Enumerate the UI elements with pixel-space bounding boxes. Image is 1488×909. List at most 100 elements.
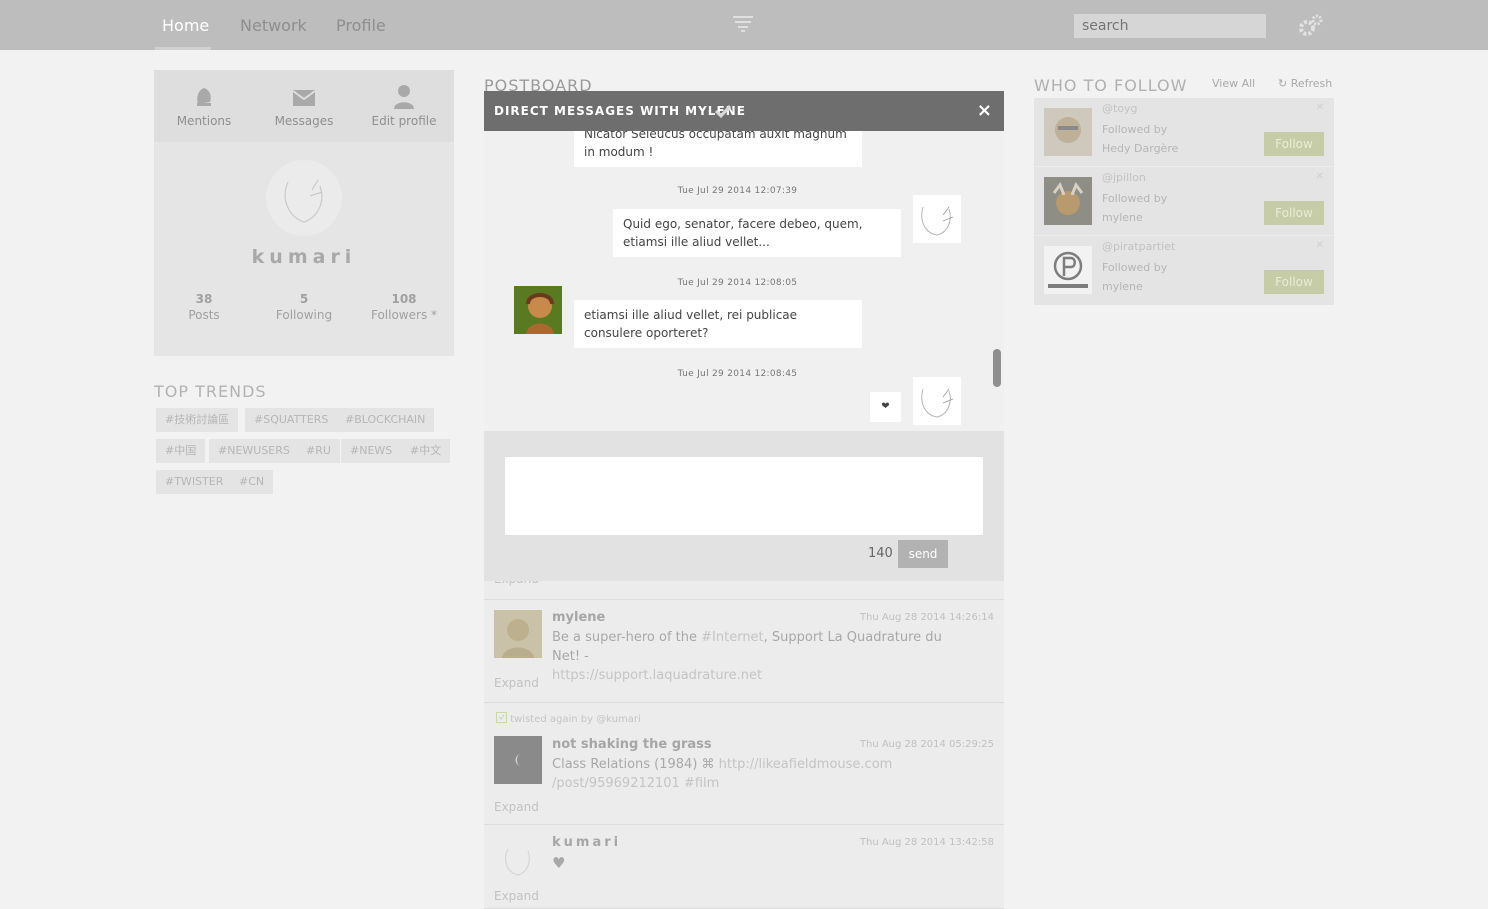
hashtag-link[interactable]: #Internet [701, 630, 764, 645]
top-nav-bar: Home Network Profile [0, 0, 1488, 50]
url-link[interactable]: https://support.laquadrature.net [552, 668, 762, 683]
trend-tag[interactable]: #SQUATTERS [245, 408, 338, 432]
suggestion-item: @toyg Followed by Hedy Dargère Follow ✕ [1034, 98, 1334, 167]
check-icon [714, 104, 732, 119]
post-timestamp[interactable]: Thu Aug 28 2014 13:42:58 [860, 837, 994, 848]
suggestion-followed-by: Followed by Hedy Dargère [1102, 120, 1178, 158]
close-icon[interactable]: × [977, 100, 992, 121]
followed-by-user[interactable]: mylene [1102, 277, 1167, 296]
send-button[interactable]: send [898, 540, 948, 568]
suggestion-handle[interactable]: @jpillon [1102, 171, 1146, 184]
dm-scrollbar[interactable] [991, 131, 1004, 431]
profile-avatar[interactable] [266, 160, 342, 236]
post-avatar[interactable] [494, 835, 542, 883]
view-all-link[interactable]: View All [1212, 77, 1255, 90]
profile-card: Mentions Messages Edit profile kumari 38… [154, 70, 454, 356]
posts-count: 38 [195, 292, 213, 306]
dm-thread[interactable]: Nicator Seleucus occupatam auxit magnum … [484, 131, 991, 431]
nav-profile[interactable]: Profile [336, 16, 386, 35]
suggestion-item: @jpillon Followed by mylene Follow ✕ [1034, 167, 1334, 236]
post-avatar[interactable] [494, 736, 542, 784]
followed-by-label: Followed by [1102, 261, 1168, 274]
who-to-follow-title: WHO TO FOLLOW [1034, 76, 1188, 95]
post-author[interactable]: not shaking the grass [552, 737, 712, 752]
modal-header[interactable]: DIRECT MESSAGES WITH MYLENE × [484, 91, 1004, 131]
trend-tag[interactable]: #TWISTER [156, 470, 233, 494]
suggestion-handle[interactable]: @piratpartiet [1102, 240, 1175, 253]
mentions-button[interactable]: Mentions [154, 84, 254, 128]
dismiss-icon[interactable]: ✕ [1316, 102, 1324, 113]
suggestion-avatar[interactable] [1044, 246, 1092, 294]
hashtag-link[interactable]: #film [684, 776, 719, 791]
retwist-icon [496, 712, 507, 723]
trend-tag[interactable]: #技術討論區 [156, 408, 239, 432]
suggestion-handle[interactable]: @toyg [1102, 102, 1138, 115]
bell-icon [197, 88, 211, 106]
expand-link[interactable]: Expand [494, 800, 539, 814]
retwist-note: twisted again by @kumari [496, 712, 641, 725]
dm-avatar-them [514, 286, 562, 334]
dismiss-icon[interactable]: ✕ [1316, 240, 1324, 251]
edit-profile-button[interactable]: Edit profile [354, 84, 454, 128]
dismiss-icon[interactable]: ✕ [1316, 171, 1324, 182]
messages-label: Messages [274, 114, 334, 128]
trend-tag[interactable]: #中国 [156, 439, 206, 463]
follow-button[interactable]: Follow [1264, 270, 1324, 294]
messages-button[interactable]: Messages [254, 84, 354, 128]
search-input[interactable] [1074, 14, 1266, 38]
post-author[interactable]: kumari [552, 835, 621, 850]
trend-tag[interactable]: #NEWS [341, 439, 402, 463]
expand-link[interactable]: Expand [494, 676, 539, 690]
nav-home-underline [155, 47, 211, 50]
suggestion-item: @piratpartiet Followed by mylene Follow … [1034, 236, 1334, 305]
follow-button[interactable]: Follow [1264, 201, 1324, 225]
follow-button[interactable]: Follow [1264, 132, 1324, 156]
refresh-link[interactable]: ↻ Refresh [1278, 77, 1332, 90]
dm-message-them: Nicator Seleucus occupatam auxit magnum … [574, 131, 862, 167]
post-avatar[interactable] [494, 610, 542, 658]
dm-compose-area: 140 send [484, 431, 1004, 581]
who-to-follow-list: @toyg Followed by Hedy Dargère Follow ✕ … [1034, 98, 1334, 305]
gear-icon[interactable] [1297, 12, 1325, 40]
refresh-label: Refresh [1290, 77, 1333, 90]
post-timestamp[interactable]: Thu Aug 28 2014 05:29:25 [860, 739, 994, 750]
timeline-post: kumari Thu Aug 28 2014 13:42:58 ♥ Expand [484, 825, 1004, 909]
trend-tag[interactable]: #中文 [401, 439, 451, 463]
timeline-post: mylene Thu Aug 28 2014 14:26:14 Be a sup… [484, 600, 1004, 703]
trend-tag[interactable]: #BLOCKCHAIN [336, 408, 435, 432]
trend-tag[interactable]: #NEWUSERS [209, 439, 299, 463]
followed-by-user[interactable]: Hedy Dargère [1102, 139, 1178, 158]
profile-name[interactable]: kumari [154, 246, 454, 268]
followed-by-label: Followed by [1102, 123, 1168, 136]
url-link[interactable]: http://likeafieldmouse.com [719, 757, 893, 772]
followed-by-label: Followed by [1102, 192, 1168, 205]
trends-title: TOP TRENDS [154, 382, 267, 401]
suggestion-avatar[interactable] [1044, 177, 1092, 225]
followed-by-user[interactable]: mylene [1102, 208, 1167, 227]
posts-stat[interactable]: 38 Posts [154, 291, 254, 323]
following-count: 5 [299, 292, 309, 306]
post-text-prefix: Class Relations (1984) ⌘ [552, 757, 719, 772]
trend-tag[interactable]: #RU [297, 439, 340, 463]
url-link-continued[interactable]: /post/95969212101 [552, 776, 680, 791]
filter-icon[interactable] [732, 14, 754, 34]
post-text: ♥ [552, 854, 566, 872]
nav-network[interactable]: Network [240, 16, 307, 35]
post-author[interactable]: mylene [552, 610, 605, 625]
envelope-icon [292, 90, 316, 106]
posts-label: Posts [188, 308, 220, 322]
expand-link[interactable]: Expand [494, 889, 539, 903]
user-icon [394, 85, 414, 109]
timeline-post: twisted again by @kumari not shaking the… [484, 703, 1004, 825]
post-text: Class Relations (1984) ⌘ http://likeafie… [552, 755, 972, 793]
post-text-prefix: Be a super-hero of the [552, 630, 702, 645]
dm-scrollbar-thumb[interactable] [993, 349, 1001, 387]
following-stat[interactable]: 5 Following [254, 291, 354, 323]
post-timestamp[interactable]: Thu Aug 28 2014 14:26:14 [860, 612, 994, 623]
nav-home[interactable]: Home [162, 16, 209, 35]
followers-stat[interactable]: 108 Followers * [354, 291, 454, 323]
dm-message-input[interactable] [505, 457, 983, 535]
retwist-text: twisted again by @kumari [510, 714, 641, 725]
trend-tag[interactable]: #CN [230, 470, 274, 494]
suggestion-avatar[interactable] [1044, 108, 1092, 156]
